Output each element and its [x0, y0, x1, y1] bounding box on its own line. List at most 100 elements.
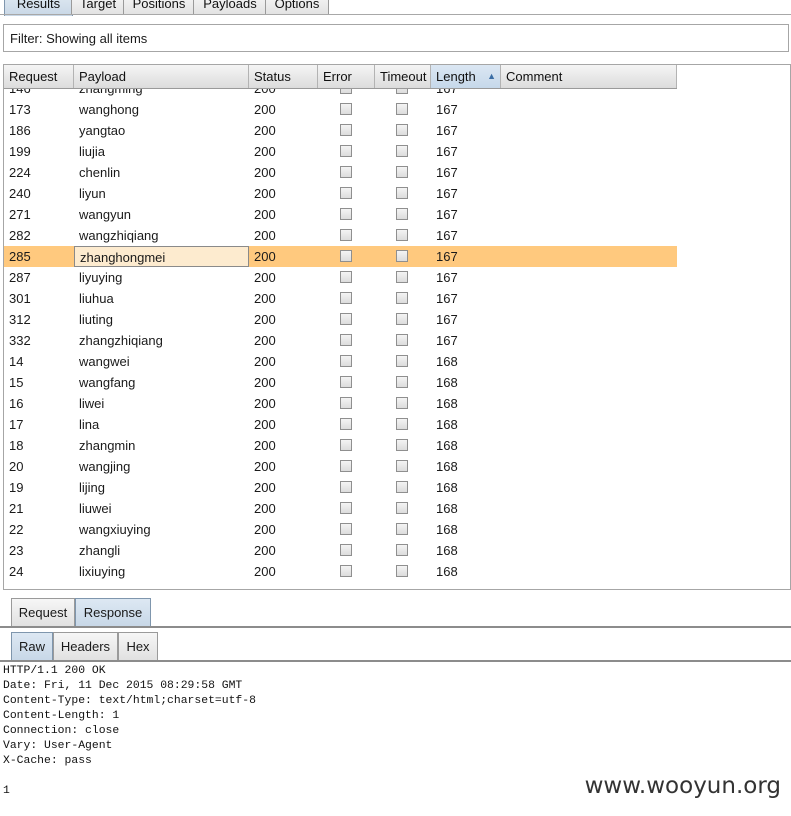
table-row[interactable]: 285 zhanghongmei 200 167: [4, 246, 677, 267]
error-checkbox[interactable]: [340, 89, 352, 94]
cell-status: 200: [254, 102, 276, 117]
error-checkbox[interactable]: [340, 292, 352, 304]
table-row[interactable]: 173 wanghong 200 167: [4, 99, 677, 120]
cell-payload: wangzhiqiang: [79, 228, 159, 243]
timeout-checkbox[interactable]: [396, 229, 408, 241]
column-header-comment[interactable]: Comment: [501, 65, 677, 88]
timeout-checkbox[interactable]: [396, 460, 408, 472]
timeout-checkbox[interactable]: [396, 418, 408, 430]
table-row[interactable]: 20 wangjing 200 168: [4, 456, 677, 477]
error-checkbox[interactable]: [340, 397, 352, 409]
timeout-checkbox[interactable]: [396, 103, 408, 115]
table-row[interactable]: 22 wangxiuying 200 168: [4, 519, 677, 540]
column-header-error[interactable]: Error: [318, 65, 375, 88]
table-row[interactable]: 17 lina 200 168: [4, 414, 677, 435]
table-row[interactable]: 16 liwei 200 168: [4, 393, 677, 414]
error-checkbox[interactable]: [340, 271, 352, 283]
tab-target[interactable]: Target: [71, 0, 125, 15]
error-checkbox[interactable]: [340, 145, 352, 157]
timeout-checkbox[interactable]: [396, 313, 408, 325]
table-row[interactable]: 15 wangfang 200 168: [4, 372, 677, 393]
timeout-checkbox[interactable]: [396, 523, 408, 535]
tab-raw[interactable]: Raw: [11, 632, 53, 661]
table-row[interactable]: 301 liuhua 200 167: [4, 288, 677, 309]
error-checkbox[interactable]: [340, 460, 352, 472]
column-header-status[interactable]: Status: [249, 65, 318, 88]
error-checkbox[interactable]: [340, 103, 352, 115]
column-header-length[interactable]: Length ▲: [431, 65, 501, 88]
error-checkbox[interactable]: [340, 418, 352, 430]
timeout-checkbox[interactable]: [396, 124, 408, 136]
timeout-checkbox[interactable]: [396, 89, 408, 94]
cell-length: 168: [436, 564, 458, 579]
error-checkbox[interactable]: [340, 250, 352, 262]
view-tab-bar: Raw Headers Hex: [0, 632, 791, 662]
tab-request[interactable]: Request: [11, 598, 75, 627]
tab-positions[interactable]: Positions: [123, 0, 195, 15]
table-row[interactable]: 23 zhangli 200 168: [4, 540, 677, 561]
error-checkbox[interactable]: [340, 502, 352, 514]
tab-headers[interactable]: Headers: [53, 632, 118, 661]
error-checkbox[interactable]: [340, 229, 352, 241]
timeout-checkbox[interactable]: [396, 481, 408, 493]
tab-payloads[interactable]: Payloads: [193, 0, 267, 15]
timeout-checkbox[interactable]: [396, 250, 408, 262]
error-checkbox[interactable]: [340, 313, 352, 325]
table-row[interactable]: 146zhangming200 167: [4, 89, 677, 99]
timeout-checkbox[interactable]: [396, 166, 408, 178]
error-checkbox[interactable]: [340, 355, 352, 367]
timeout-checkbox[interactable]: [396, 439, 408, 451]
tab-options[interactable]: Options: [265, 0, 329, 15]
cell-status: 200: [249, 89, 318, 99]
table-row[interactable]: 332 zhangzhiqiang 200 167: [4, 330, 677, 351]
error-checkbox[interactable]: [340, 208, 352, 220]
error-checkbox[interactable]: [340, 376, 352, 388]
cell-request: 14: [9, 354, 24, 369]
error-checkbox[interactable]: [340, 334, 352, 346]
error-checkbox[interactable]: [340, 439, 352, 451]
timeout-checkbox[interactable]: [396, 292, 408, 304]
error-checkbox[interactable]: [340, 544, 352, 556]
table-row[interactable]: 240 liyun 200 167: [4, 183, 677, 204]
table-row[interactable]: 312 liuting 200 167: [4, 309, 677, 330]
tab-hex[interactable]: Hex: [118, 632, 158, 661]
table-row[interactable]: 18 zhangmin 200 168: [4, 435, 677, 456]
cell-request: 17: [9, 417, 24, 432]
error-checkbox[interactable]: [340, 565, 352, 577]
column-header-payload[interactable]: Payload: [74, 65, 249, 88]
timeout-checkbox[interactable]: [396, 208, 408, 220]
table-row[interactable]: 199 liujia 200 167: [4, 141, 677, 162]
timeout-checkbox[interactable]: [396, 544, 408, 556]
timeout-checkbox[interactable]: [396, 271, 408, 283]
table-row[interactable]: 282 wangzhiqiang 200 167: [4, 225, 677, 246]
timeout-checkbox[interactable]: [396, 502, 408, 514]
cell-payload: wangxiuying: [79, 522, 151, 537]
table-row[interactable]: 186 yangtao 200 167: [4, 120, 677, 141]
timeout-checkbox[interactable]: [396, 376, 408, 388]
error-checkbox[interactable]: [340, 523, 352, 535]
column-header-request[interactable]: Request: [4, 65, 74, 88]
tab-response[interactable]: Response: [75, 598, 151, 627]
watermark-text: www.wooyun.org: [584, 773, 781, 799]
timeout-checkbox[interactable]: [396, 334, 408, 346]
timeout-checkbox[interactable]: [396, 355, 408, 367]
table-row[interactable]: 271 wangyun 200 167: [4, 204, 677, 225]
timeout-checkbox[interactable]: [396, 145, 408, 157]
timeout-checkbox[interactable]: [396, 565, 408, 577]
error-checkbox[interactable]: [340, 187, 352, 199]
error-checkbox[interactable]: [340, 166, 352, 178]
timeout-checkbox[interactable]: [396, 397, 408, 409]
table-row[interactable]: 287 liyuying 200 167: [4, 267, 677, 288]
error-checkbox[interactable]: [340, 124, 352, 136]
table-row[interactable]: 24 lixiuying 200 168: [4, 561, 677, 582]
cell-length: 167: [436, 102, 458, 117]
table-row[interactable]: 21 liuwei 200 168: [4, 498, 677, 519]
error-checkbox[interactable]: [340, 481, 352, 493]
timeout-checkbox[interactable]: [396, 187, 408, 199]
table-row[interactable]: 19 lijing 200 168: [4, 477, 677, 498]
column-header-timeout[interactable]: Timeout: [375, 65, 431, 88]
filter-bar[interactable]: Filter: Showing all items: [3, 24, 789, 52]
table-row[interactable]: 224 chenlin 200 167: [4, 162, 677, 183]
table-row[interactable]: 14 wangwei 200 168: [4, 351, 677, 372]
cell-status: 200: [254, 270, 276, 285]
